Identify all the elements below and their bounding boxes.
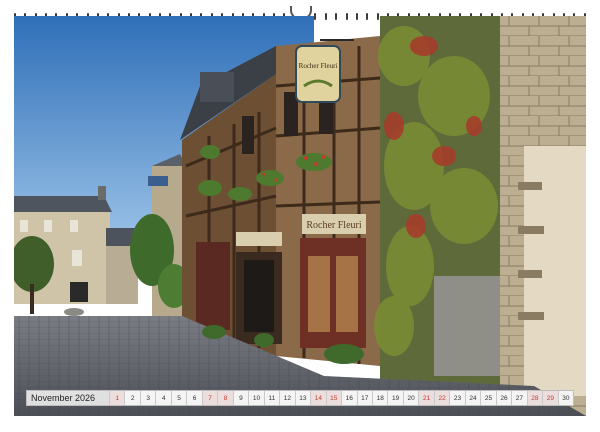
day-cell: 8: [217, 391, 233, 405]
day-cell: 15: [325, 391, 342, 405]
day-cell: 1: [109, 391, 125, 405]
calendar-page: Rocher Fleuri Rocher Fleuri November 202…: [0, 0, 600, 432]
day-cell: 9: [232, 391, 249, 405]
day-cell: 19: [387, 391, 403, 405]
day-cell: 17: [356, 391, 372, 405]
day-cell: 11: [263, 391, 280, 405]
day-cell: 24: [464, 391, 481, 405]
day-cell: 10: [248, 391, 264, 405]
day-cell: 4: [155, 391, 171, 405]
day-cell: 26: [495, 391, 512, 405]
photo-illustration: Rocher Fleuri Rocher Fleuri: [14, 16, 586, 416]
day-cell: 25: [480, 391, 496, 405]
day-cell: 27: [511, 391, 527, 405]
shop-sign-text: Rocher Fleuri: [306, 220, 361, 231]
day-cell: 18: [371, 391, 388, 405]
day-cell: 22: [433, 391, 450, 405]
village-street-photo: Rocher Fleuri Rocher Fleuri: [14, 16, 586, 416]
day-cell: 7: [201, 391, 218, 405]
day-cell: 29: [542, 391, 558, 405]
day-cell: 14: [310, 391, 326, 405]
timber-house: Rocher Fleuri: [180, 36, 381, 366]
day-cell: 2: [124, 391, 140, 405]
day-cell: 12: [279, 391, 295, 405]
ivy-wall: [374, 16, 500, 386]
calendar-strip: November 2026 1 2 3 4 5 6 7 8 9 10 11 12 13 14 15 16 17 1…: [26, 390, 574, 406]
day-cell: 16: [341, 391, 357, 405]
day-cell: 28: [526, 391, 543, 405]
day-cell: 21: [418, 391, 434, 405]
stone-pillar: [500, 16, 586, 416]
day-cell: 6: [186, 391, 202, 405]
day-cell: 23: [449, 391, 465, 405]
hanging-sign-text: Rocher Fleuri: [299, 62, 338, 70]
day-cell: 3: [139, 391, 156, 405]
day-cell: 30: [557, 391, 574, 405]
day-cell: 20: [402, 391, 419, 405]
day-cell: 5: [170, 391, 187, 405]
day-cells: 1 2 3 4 5 6 7 8 9 10 11 12 13 14 15 16 17 18 19 20 21 22 23 24 2…: [109, 391, 574, 405]
month-label: November 2026: [31, 393, 96, 403]
day-cell: 13: [294, 391, 311, 405]
